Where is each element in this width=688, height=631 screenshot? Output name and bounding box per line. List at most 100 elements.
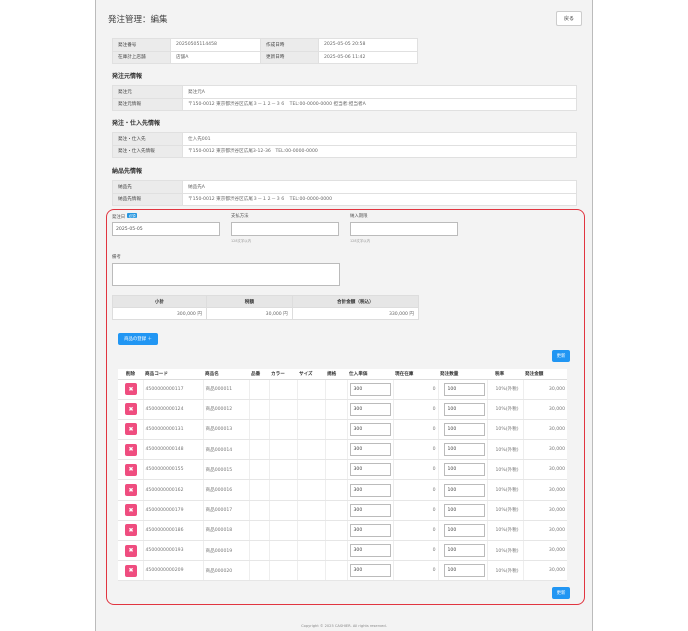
update-button-top[interactable]: 更新: [552, 350, 570, 362]
product-name: 商品000016: [202, 479, 249, 501]
order-qty-input[interactable]: 100: [443, 544, 485, 558]
update-button-bottom[interactable]: 更新: [552, 587, 570, 599]
product-size: [296, 439, 325, 461]
product-name: 商品000011: [202, 379, 249, 400]
due-input[interactable]: [350, 222, 458, 236]
note-textarea[interactable]: [112, 263, 340, 286]
delete-icon[interactable]: ✖: [125, 564, 137, 577]
order-qty-input[interactable]: 100: [443, 443, 485, 457]
delete-icon[interactable]: ✖: [125, 544, 137, 557]
delete-icon[interactable]: ✖: [125, 423, 137, 436]
unit-price-cell: 300: [346, 520, 393, 542]
order-qty-input[interactable]: 100: [443, 402, 485, 416]
current-stock: 0: [392, 520, 438, 542]
vendor-section-title: 発注・仕入先情報: [112, 120, 161, 127]
delete-icon[interactable]: ✖: [125, 524, 137, 537]
table-row: ✖ 4500000000155 商品000015 300 0 100 10%(外税) 30,0…: [118, 459, 567, 481]
order-qty-input[interactable]: 100: [443, 503, 485, 517]
product-color: [268, 500, 297, 521]
delete-icon[interactable]: ✖: [125, 504, 137, 517]
product-size: [296, 479, 325, 501]
order-qty-input[interactable]: 100: [443, 483, 485, 497]
product-name: 商品000017: [202, 500, 249, 521]
product-color: [268, 540, 297, 562]
delete-icon[interactable]: ✖: [125, 403, 137, 416]
col-part: 品番: [249, 369, 269, 380]
unit-price-cell: 300: [346, 439, 393, 461]
footer-copyright: Copyright © 2025 CASHIER. All rights res…: [301, 624, 387, 628]
store-label: 在庫計上店舗: [112, 50, 171, 64]
qty-cell: 100: [437, 560, 487, 582]
product-color: [268, 439, 297, 461]
col-code: 商品コード: [143, 369, 203, 380]
product-spec: [324, 540, 347, 562]
total-value: 330,000 円: [291, 307, 420, 320]
unit-price-input[interactable]: 300: [349, 443, 391, 457]
table-row: ✖ 4500000000124 商品000012 300 0 100 10%(外税) 30,0…: [118, 399, 567, 420]
unit-price-input[interactable]: 300: [349, 523, 391, 537]
unit-price-cell: 300: [346, 479, 393, 501]
product-code: 4500000000155: [142, 459, 203, 481]
product-code: 4500000000131: [142, 419, 203, 441]
order-amount: 30,000: [522, 399, 567, 420]
items-table: 削除 商品コード 商品名 品番 カラー サイズ 規格 仕入単価 現在在庫 発注数…: [118, 369, 567, 582]
product-spec: [324, 419, 347, 441]
delete-icon[interactable]: ✖: [125, 383, 137, 396]
unit-price-cell: 300: [346, 419, 393, 441]
delete-icon[interactable]: ✖: [125, 443, 137, 456]
payment-input[interactable]: [231, 222, 339, 236]
delivery-info-label: 納品先情報: [112, 192, 183, 206]
vendor-info-label: 発注・仕入先情報: [112, 144, 183, 158]
unit-price-input[interactable]: 300: [349, 402, 391, 416]
order-number-label: 発注番号: [112, 38, 171, 52]
order-qty-input[interactable]: 100: [443, 523, 485, 537]
payment-hint: 128文字以内: [231, 239, 252, 243]
qty-cell: 100: [437, 379, 487, 400]
unit-price-input[interactable]: 300: [349, 483, 391, 497]
product-code: 4500000000148: [142, 439, 203, 461]
product-part: [248, 459, 269, 481]
unit-price-input[interactable]: 300: [349, 564, 391, 578]
table-row: ✖ 4500000000148 商品000014 300 0 100 10%(外税) 30,0…: [118, 439, 567, 461]
product-spec: [324, 459, 347, 481]
tax-header: 税額: [205, 295, 293, 308]
payment-label: 支払方法: [231, 214, 249, 219]
order-date-input[interactable]: 2025-05-05: [112, 222, 220, 236]
product-color: [268, 419, 297, 441]
unit-price-input[interactable]: 300: [349, 463, 391, 477]
col-stock: 現在在庫: [393, 369, 438, 380]
delivery-label: 納品先: [112, 180, 183, 194]
unit-price-input[interactable]: 300: [349, 382, 391, 396]
unit-price-cell: 300: [346, 459, 393, 481]
product-name: 商品000015: [202, 459, 249, 481]
unit-price-input[interactable]: 300: [349, 503, 391, 517]
product-part: [248, 520, 269, 542]
order-number-value: 20250505114458: [170, 38, 261, 52]
current-stock: 0: [392, 399, 438, 420]
current-stock: 0: [392, 439, 438, 461]
delete-icon[interactable]: ✖: [125, 463, 137, 476]
unit-price-input[interactable]: 300: [349, 422, 391, 436]
order-qty-input[interactable]: 100: [443, 564, 485, 578]
back-button[interactable]: 戻る: [556, 11, 582, 26]
order-qty-input[interactable]: 100: [443, 382, 485, 396]
qty-cell: 100: [437, 540, 487, 562]
product-spec: [324, 379, 347, 400]
unit-price-input[interactable]: 300: [349, 544, 391, 558]
order-qty-input[interactable]: 100: [443, 422, 485, 436]
order-qty-input[interactable]: 100: [443, 463, 485, 477]
product-part: [248, 439, 269, 461]
delete-icon[interactable]: ✖: [125, 484, 137, 497]
col-unit-price: 仕入単価: [347, 369, 393, 380]
tax-rate: 10%(外税): [486, 560, 523, 582]
delivery-table: 納品先 納品先A 納品先情報 〒150-0012 東京都渋谷区広尾３－１２－３６ T…: [112, 180, 577, 206]
product-color: [268, 459, 297, 481]
add-product-button[interactable]: 商品の登録 ＋: [118, 333, 158, 345]
order-amount: 30,000: [522, 459, 567, 481]
tax-value: 30,000 円: [205, 307, 293, 320]
tax-rate: 10%(外税): [486, 520, 523, 542]
updated-value: 2025-05-06 11:42: [318, 50, 418, 64]
tax-rate: 10%(外税): [486, 479, 523, 501]
product-name: 商品000020: [202, 560, 249, 582]
required-badge: 必須: [127, 213, 137, 218]
